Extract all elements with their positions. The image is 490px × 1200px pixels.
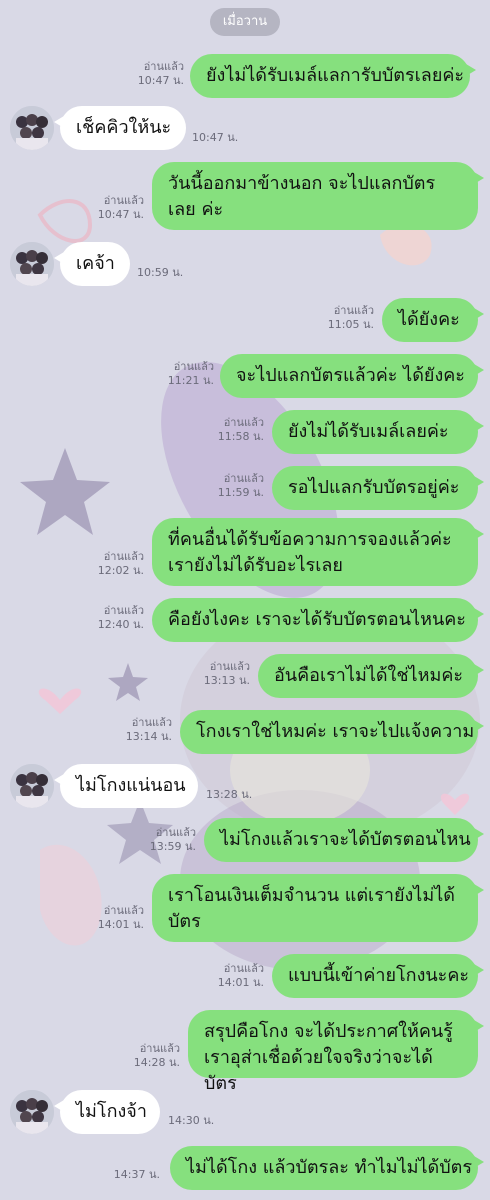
message-text: วันนี้ออกมาข้างนอก จะไปแลกบัตรเลย ค่ะ xyxy=(168,173,436,220)
message-read-status: อ่านแล้ว 11:05 น. xyxy=(327,304,374,331)
message-read-status: อ่านแล้ว 11:58 น. xyxy=(217,416,264,443)
incoming-message[interactable]: ไม่โกงแน่นอน xyxy=(54,764,198,808)
outgoing-message[interactable]: ยังไม่ได้รับเมล์เลยค่ะ xyxy=(272,410,484,454)
contact-avatar[interactable] xyxy=(10,764,54,808)
message-text: แบบนี้เข้าค่ายโกงนะคะ xyxy=(288,965,470,986)
message-read-status: อ่านแล้ว 11:59 น. xyxy=(217,472,264,499)
message-text: เคจ้า xyxy=(76,253,115,274)
contact-avatar[interactable] xyxy=(10,242,54,286)
outgoing-message[interactable]: ไม่ได้โกง แล้วบัตรละ ทำไมไม่ได้บัตร xyxy=(170,1146,484,1190)
message-text: ได้ยังคะ xyxy=(398,309,460,330)
message-time: 10:59 น. xyxy=(137,266,184,279)
incoming-message[interactable]: เคจ้า xyxy=(54,242,130,286)
contact-avatar[interactable] xyxy=(10,106,54,150)
outgoing-message[interactable]: ไม่โกงแล้วเราจะได้บัตรตอนไหน xyxy=(204,818,484,862)
message-text: ไม่โกงแล้วเราจะได้บัตรตอนไหน xyxy=(220,829,471,850)
outgoing-message[interactable]: คือยังไงคะ เราจะได้รับบัตรตอนไหนคะ xyxy=(152,598,484,642)
message-time: 14:30 น. xyxy=(168,1114,215,1127)
message-text: จะไปแลกบัตรแล้วค่ะ ได้ยังคะ xyxy=(236,365,465,386)
incoming-message[interactable]: ไม่โกงจ้า xyxy=(54,1090,160,1134)
outgoing-message[interactable]: ได้ยังคะ xyxy=(382,298,484,342)
message-read-status: อ่านแล้ว 12:02 น. xyxy=(97,550,144,577)
date-separator: เมื่อวาน xyxy=(210,8,280,36)
group-photo-avatar-icon xyxy=(10,1090,54,1134)
message-read-status: อ่านแล้ว 14:01 น. xyxy=(217,962,264,989)
message-time: 10:47 น. xyxy=(192,131,239,144)
outgoing-message[interactable]: จะไปแลกบัตรแล้วค่ะ ได้ยังคะ xyxy=(220,354,484,398)
outgoing-message[interactable]: เราโอนเงินเต็มจำนวน แต่เรายังไม่ได้ บัตร xyxy=(152,874,484,942)
message-read-status: อ่านแล้ว 13:14 น. xyxy=(125,716,172,743)
message-read-status: อ่านแล้ว 14:28 น. xyxy=(133,1042,180,1069)
message-text: ไม่ได้โกง แล้วบัตรละ ทำไมไม่ได้บัตร xyxy=(186,1157,473,1178)
message-read-status: อ่านแล้ว 10:47 น. xyxy=(137,60,184,87)
message-text: ยังไม่ได้รับเมล์เลยค่ะ xyxy=(288,421,449,442)
outgoing-message[interactable]: ที่คนอื่นได้รับข้อความการจองแล้วค่ะ เราย… xyxy=(152,518,484,586)
message-text: อันคือเราไม่ได้ใช่ไหมค่ะ xyxy=(274,665,464,686)
message-read-status: อ่านแล้ว 10:47 น. xyxy=(97,194,144,221)
message-read-status: อ่านแล้ว 11:21 น. xyxy=(167,360,214,387)
message-read-status: อ่านแล้ว 13:13 น. xyxy=(203,660,250,687)
group-photo-avatar-icon xyxy=(10,764,54,808)
message-text: ไม่โกงแน่นอน xyxy=(76,775,186,796)
contact-avatar[interactable] xyxy=(10,1090,54,1134)
message-text: ที่คนอื่นได้รับข้อความการจองแล้วค่ะ เราย… xyxy=(168,529,452,576)
message-text: ไม่โกงจ้า xyxy=(76,1101,147,1122)
message-text: เราโอนเงินเต็มจำนวน แต่เรายังไม่ได้ บัตร xyxy=(168,885,455,932)
message-read-status: อ่านแล้ว 14:01 น. xyxy=(97,904,144,931)
chat-thread[interactable]: เมื่อวาน อ่านแล้ว 10:47 น. ยังไม่ได้รับเ… xyxy=(0,0,490,1200)
group-photo-avatar-icon xyxy=(10,242,54,286)
message-text: สรุปคือโกง จะได้ประกาศให้คนรู้ เราอุส่าเ… xyxy=(204,1021,453,1094)
incoming-message[interactable]: เช็คคิวให้นะ xyxy=(54,106,186,150)
outgoing-message[interactable]: ยังไม่ได้รับเมล์แลการับบัตรเลยค่ะ xyxy=(190,54,476,98)
outgoing-message[interactable]: โกงเราใช่ไหมค่ะ เราจะไปแจ้งความ xyxy=(180,710,484,754)
outgoing-message[interactable]: แบบนี้เข้าค่ายโกงนะคะ xyxy=(272,954,484,998)
message-text: ยังไม่ได้รับเมล์แลการับบัตรเลยค่ะ xyxy=(206,65,465,86)
outgoing-message[interactable]: อันคือเราไม่ได้ใช่ไหมค่ะ xyxy=(258,654,484,698)
message-text: โกงเราใช่ไหมค่ะ เราจะไปแจ้งความ xyxy=(196,721,475,742)
message-text: คือยังไงคะ เราจะได้รับบัตรตอนไหนคะ xyxy=(168,609,466,630)
message-read-status: อ่านแล้ว 13:59 น. xyxy=(149,826,196,853)
group-photo-avatar-icon xyxy=(10,106,54,150)
outgoing-message[interactable]: วันนี้ออกมาข้างนอก จะไปแลกบัตรเลย ค่ะ xyxy=(152,162,484,230)
message-time: 13:28 น. xyxy=(206,788,253,801)
message-text: รอไปแลกรับบัตรอยู่ค่ะ xyxy=(288,477,460,498)
message-text: เช็คคิวให้นะ xyxy=(76,117,172,138)
message-time: 14:37 น. xyxy=(113,1168,160,1181)
outgoing-message[interactable]: สรุปคือโกง จะได้ประกาศให้คนรู้ เราอุส่าเ… xyxy=(188,1010,484,1094)
outgoing-message[interactable]: รอไปแลกรับบัตรอยู่ค่ะ xyxy=(272,466,484,510)
message-read-status: อ่านแล้ว 12:40 น. xyxy=(97,604,144,631)
